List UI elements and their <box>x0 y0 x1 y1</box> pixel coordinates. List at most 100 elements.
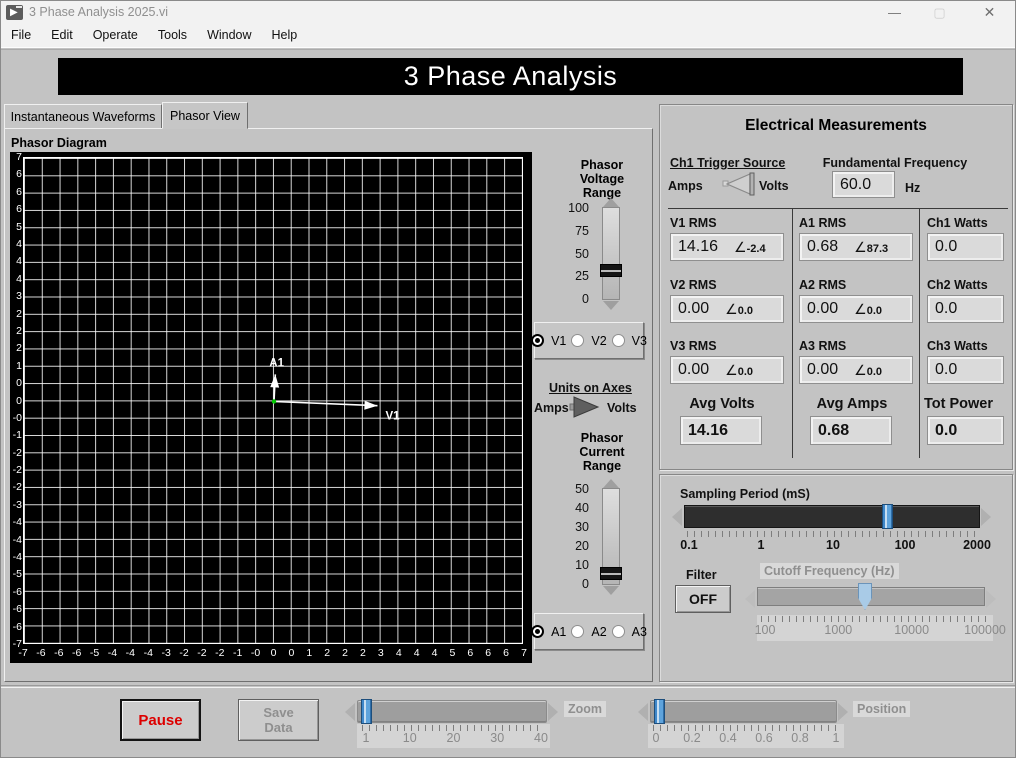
trigger-source-toggle[interactable] <box>722 170 762 198</box>
radio-a2[interactable] <box>571 625 584 638</box>
radio-v2[interactable] <box>571 334 584 347</box>
v1-rms-label: V1 RMS <box>670 216 717 230</box>
radio-v2-label: V2 <box>591 334 606 348</box>
a1-rms-indicator: 0.68 ∠87.3 <box>799 233 913 261</box>
phasor-y-axis-labels: 766654443222100-0-1-2-2-2-3-4-4-4-5-6-6-… <box>10 157 22 644</box>
close-button[interactable]: ✕ <box>967 1 1012 24</box>
radio-a3[interactable] <box>612 625 625 638</box>
minimize-button[interactable]: — <box>872 1 917 24</box>
a2-rms-indicator: 0.00 ∠0.0 <box>799 295 913 323</box>
voltage-range-slider-thumb[interactable] <box>600 264 622 277</box>
measurements-divider-v2 <box>919 208 920 458</box>
position-slider-thumb[interactable] <box>654 699 665 724</box>
menu-operate[interactable]: Operate <box>83 24 148 47</box>
voltage-range-decrement-arrow[interactable] <box>603 301 619 310</box>
cutoff-frequency-label: Cutoff Frequency (Hz) <box>760 563 899 579</box>
avg-volts-label: Avg Volts <box>670 396 774 412</box>
v2-rms-label: V2 RMS <box>670 278 717 292</box>
phasor-grid: V1 A1 <box>23 157 523 644</box>
menu-separator <box>1 47 1016 50</box>
zoom-slider-track[interactable] <box>357 700 547 723</box>
ch1-trigger-source-label: Ch1 Trigger Source <box>670 156 785 170</box>
sampling-filter-panel: Sampling Period (mS) 0.11101002000 Filte… <box>659 474 1013 682</box>
labview-window: 3 Phase Analysis 2025.vi — ▢ ✕ File Edit… <box>0 0 1016 758</box>
menu-edit[interactable]: Edit <box>41 24 83 47</box>
a3-rms-label: A3 RMS <box>799 339 846 353</box>
svg-text:V1: V1 <box>385 411 400 423</box>
v3-rms-label: V3 RMS <box>670 339 717 353</box>
radio-v1-label: V1 <box>551 334 566 348</box>
measurements-divider-v1 <box>792 208 793 458</box>
phasor-vectors: V1 A1 <box>24 158 524 645</box>
units-on-axes-toggle[interactable] <box>569 394 603 420</box>
v1-rms-indicator: 14.16 ∠-2.4 <box>670 233 784 261</box>
radio-a1[interactable] <box>531 625 544 638</box>
units-volts-label: Volts <box>607 401 637 415</box>
tab-instantaneous-waveforms[interactable]: Instantaneous Waveforms <box>4 104 162 129</box>
cutoff-decrement-arrow[interactable] <box>745 590 755 608</box>
cutoff-scale-background: 100100010000100000 <box>757 615 993 641</box>
maximize-button[interactable]: ▢ <box>917 1 962 24</box>
avg-amps-label: Avg Amps <box>800 396 904 412</box>
fundamental-frequency-label: Fundamental Frequency <box>810 156 980 170</box>
position-slider-track[interactable] <box>650 700 837 723</box>
tab-phasor-view[interactable]: Phasor View <box>162 102 248 129</box>
pause-button[interactable]: Pause <box>120 699 201 741</box>
footer-divider <box>1 685 1016 688</box>
filter-off-button[interactable]: OFF <box>675 585 731 613</box>
current-range-decrement-arrow[interactable] <box>603 586 619 595</box>
avg-volts-indicator: 14.16 <box>680 416 762 445</box>
zoom-scale-background: 110203040 <box>357 724 550 748</box>
svg-text:A1: A1 <box>269 357 284 369</box>
zoom-slider-label: Zoom <box>564 701 606 717</box>
window-title: 3 Phase Analysis 2025.vi <box>29 5 168 19</box>
measurements-title: Electrical Measurements <box>660 117 1012 135</box>
electrical-measurements-panel: Electrical Measurements Ch1 Trigger Sour… <box>659 104 1013 470</box>
position-slider-label: Position <box>853 701 910 717</box>
current-range-scale: 50403020100 <box>561 489 595 584</box>
a3-rms-indicator: 0.00 ∠0.0 <box>799 356 913 384</box>
radio-v3[interactable] <box>612 334 625 347</box>
sampling-decrement-arrow[interactable] <box>672 508 682 526</box>
cutoff-increment-arrow[interactable] <box>986 590 996 608</box>
current-range-slider-thumb[interactable] <box>600 567 622 580</box>
fundamental-frequency-input[interactable]: 60.0 <box>832 171 895 198</box>
voltage-range-slider-track[interactable] <box>602 207 620 300</box>
position-increment-arrow[interactable] <box>838 703 848 721</box>
menu-help[interactable]: Help <box>262 24 308 47</box>
current-range-increment-arrow[interactable] <box>603 479 619 488</box>
sampling-scale: 0.11101002000 <box>689 538 977 554</box>
position-decrement-arrow[interactable] <box>638 703 648 721</box>
sampling-slider-track[interactable] <box>684 505 980 528</box>
sampling-slider-thumb[interactable] <box>882 504 893 529</box>
trigger-volts-label: Volts <box>759 179 789 193</box>
phasor-current-range-label: Phasor Current Range <box>556 431 648 473</box>
units-on-axes-label: Units on Axes <box>549 381 632 395</box>
phasor-diagram-label: Phasor Diagram <box>11 136 107 150</box>
ch1-watts-indicator: 0.0 <box>927 233 1004 261</box>
a2-rms-label: A2 RMS <box>799 278 846 292</box>
menu-file[interactable]: File <box>1 24 41 47</box>
cutoff-tick-marks <box>761 616 989 622</box>
voltage-phase-selector: V1 V2 V3 <box>534 322 644 359</box>
radio-v3-label: V3 <box>632 334 647 348</box>
menu-tools[interactable]: Tools <box>148 24 197 47</box>
ch2-watts-label: Ch2 Watts <box>927 278 988 292</box>
save-data-button[interactable]: Save Data <box>238 699 319 741</box>
radio-v1[interactable] <box>531 334 544 347</box>
a1-rms-label: A1 RMS <box>799 216 846 230</box>
zoom-slider-thumb[interactable] <box>361 699 372 724</box>
zoom-decrement-arrow[interactable] <box>345 703 355 721</box>
ch1-watts-label: Ch1 Watts <box>927 216 988 230</box>
tot-power-indicator: 0.0 <box>927 416 1004 445</box>
title-bar: 3 Phase Analysis 2025.vi — ▢ ✕ <box>1 1 1016 24</box>
menu-window[interactable]: Window <box>197 24 261 47</box>
voltage-range-increment-arrow[interactable] <box>603 198 619 207</box>
phasor-voltage-range-label: Phasor Voltage Range <box>556 158 648 200</box>
current-phase-selector: A1 A2 A3 <box>534 613 644 650</box>
radio-a3-label: A3 <box>632 625 647 639</box>
cutoff-scale: 100100010000100000 <box>765 623 985 639</box>
sampling-period-label: Sampling Period (mS) <box>680 487 810 501</box>
zoom-increment-arrow[interactable] <box>548 703 558 721</box>
sampling-increment-arrow[interactable] <box>981 508 991 526</box>
